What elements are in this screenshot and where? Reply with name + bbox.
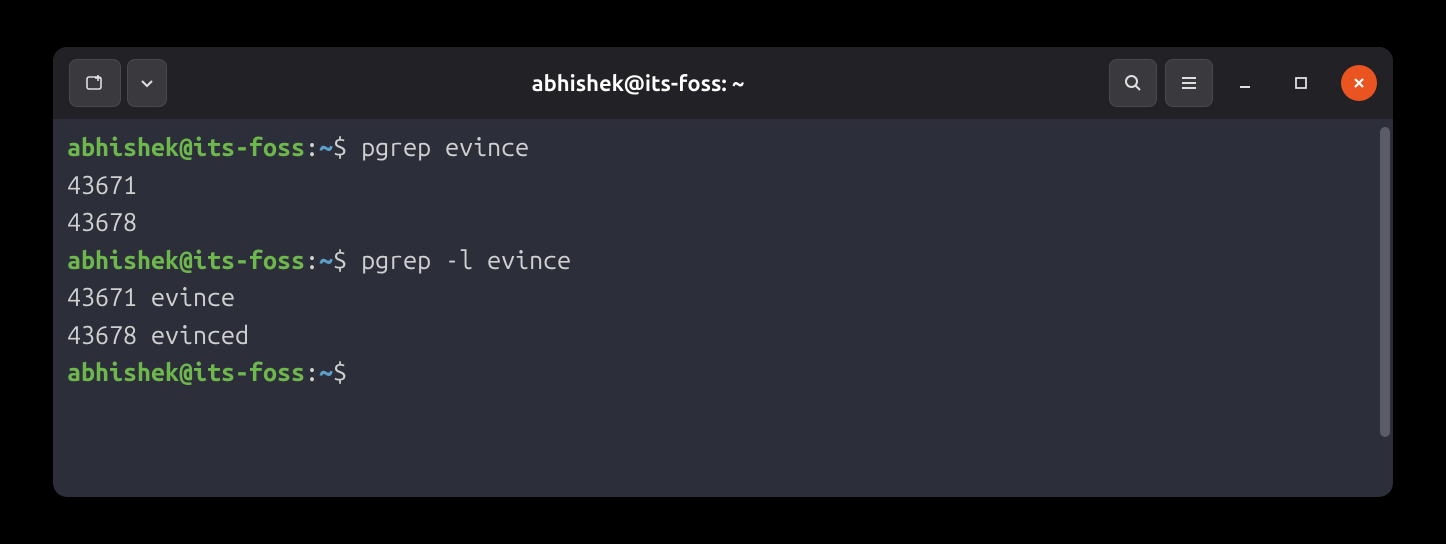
output-line: 43678 xyxy=(67,204,1379,242)
hamburger-menu-button[interactable] xyxy=(1165,59,1213,107)
maximize-button[interactable] xyxy=(1277,59,1325,107)
prompt-separator: : xyxy=(305,246,319,274)
prompt-user-host: abhishek@its-foss xyxy=(67,133,305,161)
terminal-content: abhishek@its-foss:~$ pgrep evince4367143… xyxy=(67,129,1379,392)
prompt-symbol: $ xyxy=(333,246,361,274)
prompt-separator: : xyxy=(305,358,319,386)
output-line: 43671 evince xyxy=(67,279,1379,317)
prompt-user-host: abhishek@its-foss xyxy=(67,358,305,386)
terminal-window: abhishek@its-foss: ~ xyxy=(53,47,1393,497)
titlebar-left-group xyxy=(69,59,167,107)
titlebar: abhishek@its-foss: ~ xyxy=(53,47,1393,119)
minimize-button[interactable] xyxy=(1221,59,1269,107)
prompt-path: ~ xyxy=(319,246,333,274)
command-text: pgrep evince xyxy=(361,133,529,161)
command-text: pgrep -l evince xyxy=(361,246,571,274)
maximize-icon xyxy=(1293,75,1309,91)
terminal-body[interactable]: abhishek@its-foss:~$ pgrep evince4367143… xyxy=(53,119,1393,497)
minimize-icon xyxy=(1237,75,1253,91)
new-tab-button[interactable] xyxy=(69,59,121,107)
prompt-symbol: $ xyxy=(333,358,361,386)
window-title: abhishek@its-foss: ~ xyxy=(175,71,1101,96)
scrollbar[interactable] xyxy=(1380,127,1390,437)
prompt-line: abhishek@its-foss:~$ pgrep -l evince xyxy=(67,242,1379,280)
prompt-path: ~ xyxy=(319,133,333,161)
prompt-line: abhishek@its-foss:~$ pgrep evince xyxy=(67,129,1379,167)
prompt-user-host: abhishek@its-foss xyxy=(67,246,305,274)
titlebar-right-group xyxy=(1109,59,1377,107)
prompt-separator: : xyxy=(305,133,319,161)
new-tab-icon xyxy=(84,72,106,94)
prompt-path: ~ xyxy=(319,358,333,386)
output-line: 43671 xyxy=(67,167,1379,205)
hamburger-icon xyxy=(1179,73,1199,93)
search-icon xyxy=(1123,73,1143,93)
close-icon xyxy=(1351,75,1367,91)
prompt-line: abhishek@its-foss:~$ xyxy=(67,354,1379,392)
output-line: 43678 evinced xyxy=(67,317,1379,355)
close-button[interactable] xyxy=(1341,65,1377,101)
tab-dropdown-button[interactable] xyxy=(127,59,167,107)
search-button[interactable] xyxy=(1109,59,1157,107)
prompt-symbol: $ xyxy=(333,133,361,161)
chevron-down-icon xyxy=(139,75,155,91)
